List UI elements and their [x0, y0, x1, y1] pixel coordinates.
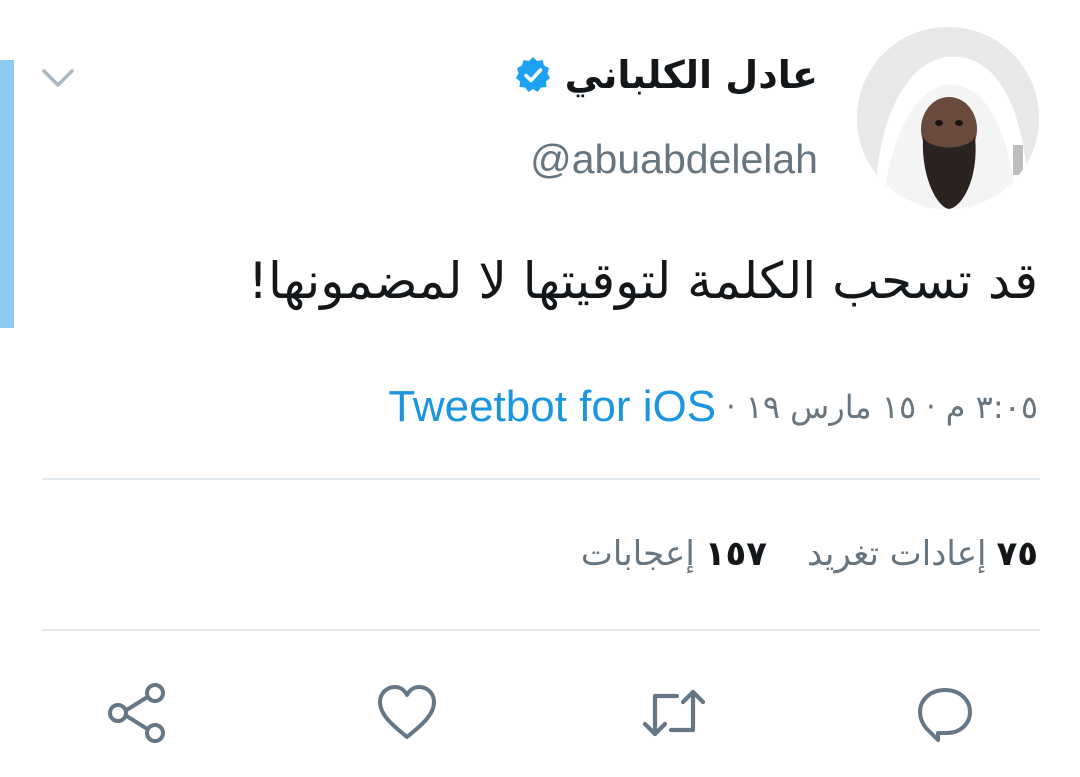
- avatar[interactable]: [857, 27, 1039, 209]
- meta-separator: ·: [726, 389, 736, 425]
- meta-separator: ·: [926, 389, 936, 425]
- tweet-meta: ٣:٠٥ م · ١٥ مارس ١٩ · Tweetbot for iOS: [388, 380, 1038, 434]
- author-display-name[interactable]: عادل الكلباني: [565, 53, 818, 97]
- retweet-icon: [642, 689, 706, 737]
- author-handle[interactable]: @abuabdelelah: [530, 136, 818, 183]
- tweet-stats: ٧٥ إعادات تغريد ١٥٧ إعجابات: [581, 527, 1038, 581]
- retweets-label: إعادات تغريد: [807, 534, 987, 574]
- retweets-stat[interactable]: ٧٥ إعادات تغريد: [807, 534, 1038, 574]
- likes-count: ١٥٧: [704, 534, 768, 574]
- likes-label: إعجابات: [580, 534, 695, 574]
- divider: [42, 629, 1040, 631]
- verified-badge-icon: [515, 57, 550, 92]
- tweet-date: ١٥ مارس ١٩: [745, 388, 917, 426]
- tweet-source-link[interactable]: Tweetbot for iOS: [388, 382, 716, 432]
- likes-stat[interactable]: ١٥٧ إعجابات: [581, 534, 767, 574]
- tweet-detail: عادل الكلباني @abuabdelelah قد تسحب الكل…: [0, 0, 1080, 777]
- reply-icon: [918, 688, 972, 742]
- tweet-text: قد تسحب الكلمة لتوقيتها لا لمضمونها!: [247, 252, 1038, 310]
- retweet-button[interactable]: [641, 680, 707, 746]
- reply-button[interactable]: [912, 680, 978, 746]
- tweet-time: ٣:٠٥ م: [945, 388, 1038, 426]
- like-button[interactable]: [374, 680, 440, 746]
- heart-icon: [378, 685, 436, 739]
- retweets-count: ٧٥: [996, 534, 1038, 574]
- share-button[interactable]: [104, 680, 170, 746]
- share-icon: [108, 683, 165, 743]
- author-name-row[interactable]: عادل الكلباني: [513, 48, 818, 102]
- divider: [42, 478, 1040, 480]
- focus-indicator: [0, 60, 14, 328]
- chevron-down-icon[interactable]: [38, 58, 78, 98]
